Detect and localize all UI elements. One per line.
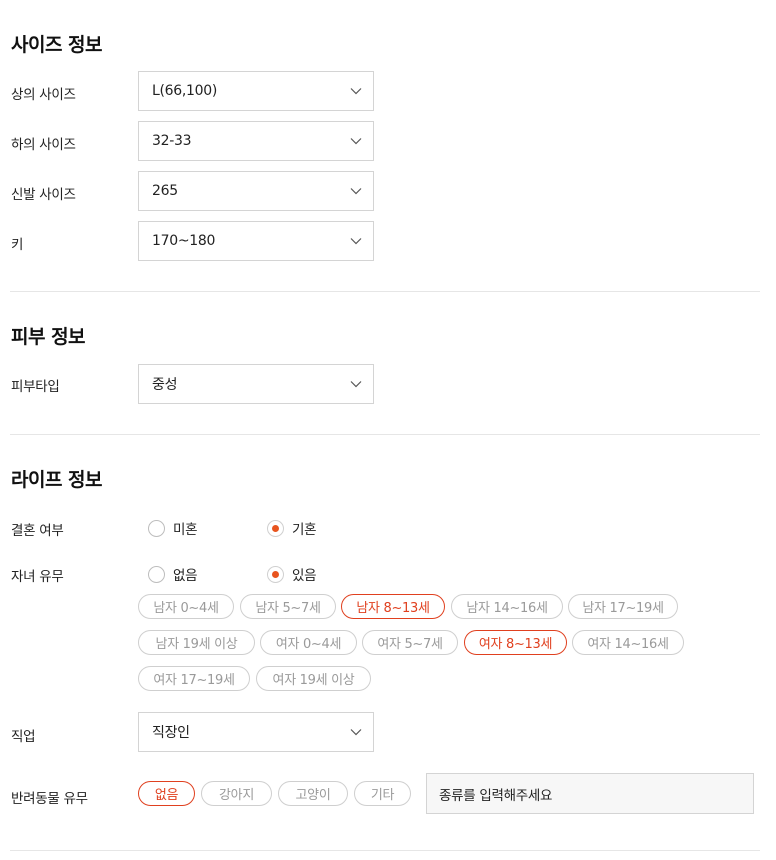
- pet-label: 반려동물 유무: [11, 791, 88, 807]
- top-size-label: 상의 사이즈: [11, 87, 76, 103]
- section-divider: [10, 291, 760, 292]
- radio-has-children-label: 있음: [292, 568, 317, 584]
- skin-type-value: 중성: [152, 377, 178, 393]
- radio-circle: [148, 519, 165, 537]
- height-label: 키: [11, 237, 24, 253]
- chevron-down-icon: [350, 185, 362, 197]
- radio-single[interactable]: 미혼: [148, 518, 198, 538]
- chevron-down-icon: [350, 135, 362, 147]
- radio-has-children[interactable]: 있음: [267, 564, 317, 584]
- chevron-down-icon: [350, 726, 362, 738]
- shoe-size-select[interactable]: 265: [138, 171, 374, 211]
- radio-no-children[interactable]: 없음: [148, 564, 198, 584]
- radio-circle-checked: [267, 519, 284, 537]
- job-select[interactable]: 직장인: [138, 712, 374, 752]
- child-chip[interactable]: 남자 19세 이상: [138, 630, 255, 655]
- chevron-down-icon: [350, 378, 362, 390]
- marriage-label: 결혼 여부: [11, 523, 64, 539]
- radio-married-label: 기혼: [292, 522, 317, 538]
- shoe-size-value: 265: [152, 183, 178, 199]
- height-value: 170~180: [152, 233, 216, 249]
- pet-kind-placeholder: 종류를 입력해주세요: [439, 787, 553, 804]
- children-label: 자녀 유무: [11, 569, 64, 585]
- shoe-size-label: 신발 사이즈: [11, 187, 76, 203]
- child-chip-selected[interactable]: 여자 8~13세: [464, 630, 567, 655]
- radio-single-label: 미혼: [173, 522, 198, 538]
- pet-chip[interactable]: 기타: [354, 781, 411, 806]
- skin-type-select[interactable]: 중성: [138, 364, 374, 404]
- height-select[interactable]: 170~180: [138, 221, 374, 261]
- radio-circle-checked: [267, 565, 284, 583]
- child-chip[interactable]: 여자 0~4세: [260, 630, 357, 655]
- section-divider: [10, 850, 760, 851]
- child-chip[interactable]: 남자 0~4세: [138, 594, 234, 619]
- pet-chip[interactable]: 고양이: [278, 781, 348, 806]
- bottom-size-label: 하의 사이즈: [11, 137, 76, 153]
- pet-chip[interactable]: 강아지: [201, 781, 272, 806]
- radio-no-children-label: 없음: [173, 568, 198, 584]
- child-chip[interactable]: 여자 19세 이상: [256, 666, 371, 691]
- job-label: 직업: [11, 729, 36, 745]
- chevron-down-icon: [350, 235, 362, 247]
- chevron-down-icon: [350, 85, 362, 97]
- size-section-title: 사이즈 정보: [11, 34, 103, 56]
- skin-type-label: 피부타입: [11, 379, 60, 395]
- child-chip-selected[interactable]: 남자 8~13세: [341, 594, 445, 619]
- child-chip[interactable]: 남자 5~7세: [240, 594, 336, 619]
- child-chip[interactable]: 남자 17~19세: [568, 594, 678, 619]
- pet-chip-selected[interactable]: 없음: [138, 781, 195, 806]
- section-divider: [10, 434, 760, 435]
- top-size-select[interactable]: L(66,100): [138, 71, 374, 111]
- pet-kind-input[interactable]: 종류를 입력해주세요: [426, 773, 754, 814]
- child-chip[interactable]: 여자 14~16세: [572, 630, 684, 655]
- radio-married[interactable]: 기혼: [267, 518, 317, 538]
- child-chip[interactable]: 여자 17~19세: [138, 666, 250, 691]
- skin-section-title: 피부 정보: [11, 326, 86, 348]
- bottom-size-select[interactable]: 32-33: [138, 121, 374, 161]
- top-size-value: L(66,100): [152, 83, 218, 99]
- job-value: 직장인: [152, 725, 190, 741]
- life-section-title: 라이프 정보: [11, 469, 103, 491]
- child-chip[interactable]: 남자 14~16세: [451, 594, 563, 619]
- bottom-size-value: 32-33: [152, 133, 192, 149]
- child-chip[interactable]: 여자 5~7세: [362, 630, 458, 655]
- radio-circle: [148, 565, 165, 583]
